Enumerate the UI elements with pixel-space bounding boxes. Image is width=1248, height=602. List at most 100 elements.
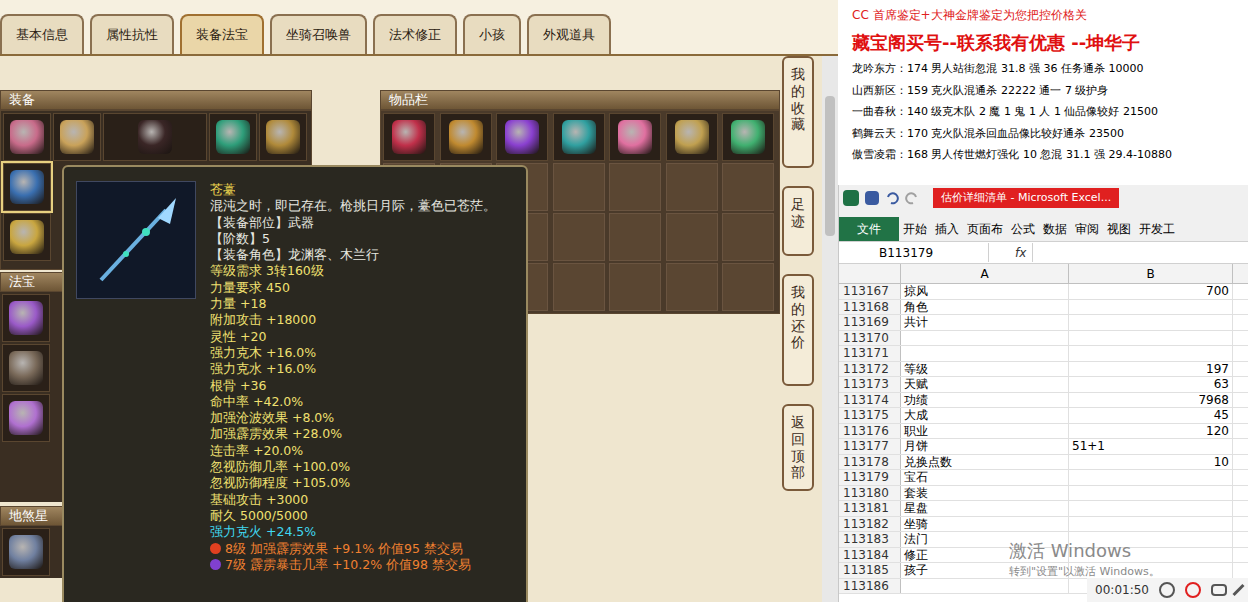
tab[interactable]: 外观道具 [527, 14, 611, 54]
row-number[interactable]: 113184 [839, 548, 901, 563]
row-number[interactable]: 113177 [839, 439, 901, 454]
ribbon-tab[interactable]: 开发工 [1135, 217, 1179, 241]
save-icon[interactable] [865, 191, 879, 205]
row-number[interactable]: 113170 [839, 331, 901, 346]
ribbon-tab[interactable]: 开始 [899, 217, 931, 241]
row-number[interactable]: 113175 [839, 408, 901, 423]
ribbon-tab[interactable]: 审阅 [1071, 217, 1103, 241]
cell[interactable] [1069, 331, 1233, 346]
fabao-slot[interactable] [2, 394, 50, 442]
empty-slot[interactable] [722, 163, 774, 211]
cell[interactable]: 星盘 [901, 501, 1069, 516]
row-number[interactable]: 113176 [839, 424, 901, 439]
equipment-slot[interactable] [209, 113, 257, 161]
cell[interactable]: 坐骑 [901, 517, 1069, 532]
cell[interactable]: 角色 [901, 300, 1069, 315]
cell[interactable]: 功绩 [901, 393, 1069, 408]
cell[interactable]: 职业 [901, 424, 1069, 439]
tab[interactable]: 基本信息 [0, 14, 84, 54]
row-number[interactable]: 113186 [839, 579, 901, 594]
row-number[interactable]: 113182 [839, 517, 901, 532]
inventory-slot[interactable] [553, 113, 605, 161]
camera-icon[interactable] [1211, 584, 1227, 596]
ribbon-tab[interactable]: 视图 [1103, 217, 1135, 241]
cell[interactable] [1069, 517, 1233, 532]
empty-slot[interactable] [722, 213, 774, 261]
row-number[interactable]: 113183 [839, 532, 901, 547]
cell[interactable] [1069, 486, 1233, 501]
side-button[interactable]: 足迹 [782, 186, 814, 256]
inventory-slot[interactable] [383, 113, 435, 161]
cell[interactable]: 197 [1069, 362, 1233, 377]
empty-slot[interactable] [666, 163, 718, 211]
cell[interactable]: 10 [1069, 455, 1233, 470]
inventory-slot[interactable] [666, 113, 718, 161]
equipment-slot[interactable] [53, 113, 101, 161]
ribbon-tab[interactable]: 公式 [1007, 217, 1039, 241]
row-number[interactable]: 113173 [839, 377, 901, 392]
ribbon-tab[interactable]: 数据 [1039, 217, 1071, 241]
empty-slot[interactable] [609, 213, 661, 261]
cell[interactable]: 45 [1069, 408, 1233, 423]
cell[interactable]: 等级 [901, 362, 1069, 377]
column-header[interactable]: B [1069, 264, 1233, 283]
inventory-slot[interactable] [609, 113, 661, 161]
equipment-slot[interactable] [103, 113, 207, 161]
cell[interactable]: 7968 [1069, 393, 1233, 408]
row-number[interactable]: 113167 [839, 284, 901, 299]
column-header[interactable]: A [901, 264, 1069, 283]
cell[interactable]: 700 [1069, 284, 1233, 299]
cell[interactable] [1069, 501, 1233, 516]
side-button[interactable]: 我的还价 [782, 274, 814, 386]
fabao-slot[interactable] [2, 344, 50, 392]
row-number[interactable]: 113180 [839, 486, 901, 501]
cell[interactable]: 兑换点数 [901, 455, 1069, 470]
cell[interactable] [1069, 470, 1233, 485]
cell[interactable] [901, 579, 1069, 594]
side-button[interactable]: 我的收藏 [782, 56, 814, 168]
row-number[interactable]: 113181 [839, 501, 901, 516]
empty-slot[interactable] [553, 263, 605, 311]
row-number[interactable]: 113178 [839, 455, 901, 470]
scrollbar[interactable] [822, 56, 838, 602]
empty-slot[interactable] [722, 263, 774, 311]
dishaxing-slot[interactable] [2, 528, 50, 576]
tab[interactable]: 法术修正 [373, 14, 457, 54]
cell[interactable] [1069, 346, 1233, 361]
cell[interactable]: 宝石 [901, 470, 1069, 485]
cell[interactable]: 大成 [901, 408, 1069, 423]
empty-slot[interactable] [609, 263, 661, 311]
name-box[interactable]: B113179 [839, 243, 989, 262]
equipment-slot[interactable] [259, 113, 307, 161]
cell[interactable] [1069, 300, 1233, 315]
cell[interactable]: 套装 [901, 486, 1069, 501]
equipment-slot[interactable] [3, 163, 51, 211]
formula-input[interactable] [1032, 243, 1248, 262]
empty-slot[interactable] [553, 213, 605, 261]
fabao-slot[interactable] [2, 294, 50, 342]
row-number[interactable]: 113168 [839, 300, 901, 315]
empty-slot[interactable] [666, 263, 718, 311]
tab[interactable]: 装备法宝 [180, 14, 264, 54]
empty-slot[interactable] [609, 163, 661, 211]
row-number[interactable]: 113174 [839, 393, 901, 408]
cell[interactable] [1069, 315, 1233, 330]
pen-icon[interactable] [1232, 584, 1244, 596]
tab[interactable]: 小孩 [463, 14, 521, 54]
side-button[interactable]: 返回顶部 [782, 404, 814, 491]
row-number[interactable]: 113172 [839, 362, 901, 377]
tab[interactable]: 属性抗性 [90, 14, 174, 54]
row-number[interactable]: 113169 [839, 315, 901, 330]
tab[interactable]: 坐骑召唤兽 [270, 14, 367, 54]
cell[interactable]: 120 [1069, 424, 1233, 439]
cell[interactable]: 天赋 [901, 377, 1069, 392]
empty-slot[interactable] [553, 163, 605, 211]
row-number[interactable]: 113179 [839, 470, 901, 485]
ribbon-tab[interactable]: 文件 [839, 217, 899, 241]
ribbon-tab[interactable]: 页面布 [963, 217, 1007, 241]
equipment-slot[interactable] [3, 213, 51, 261]
stop-icon[interactable] [1185, 582, 1201, 598]
row-number[interactable]: 113185 [839, 563, 901, 578]
inventory-slot[interactable] [722, 113, 774, 161]
cell[interactable]: 共计 [901, 315, 1069, 330]
